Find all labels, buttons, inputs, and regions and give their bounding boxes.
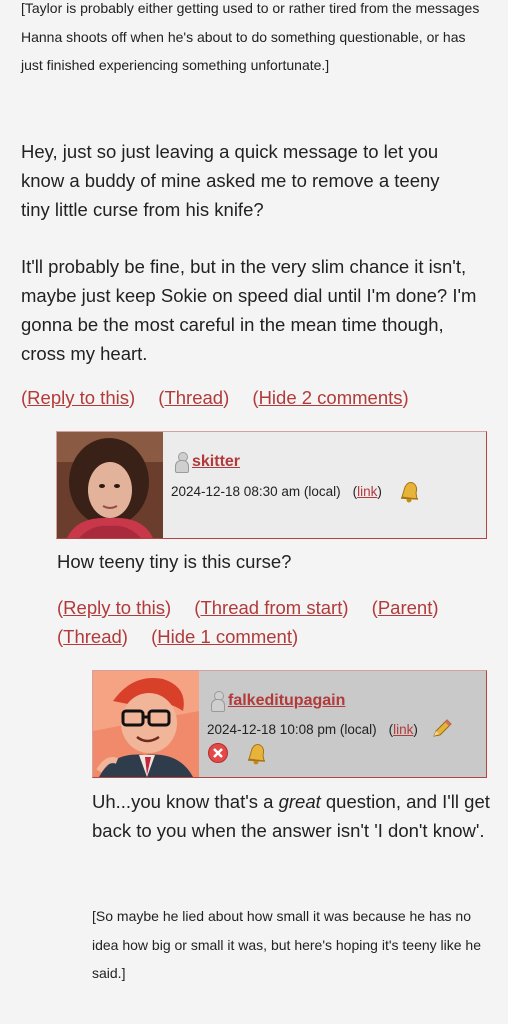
user-icon (175, 452, 189, 473)
comment-2-note: [So maybe he lied about how small it was… (92, 908, 481, 981)
comment-1-thread-from-start-link[interactable]: Thread from start (200, 597, 342, 618)
comment-1-text: How teeny tiny is this curse? (57, 551, 292, 572)
comment-1-thread-link[interactable]: Thread (63, 626, 122, 647)
thread-link[interactable]: Thread (164, 387, 223, 408)
comment-2-header: falkeditupagain 2024-12-18 10:08 pm (loc… (92, 670, 487, 778)
avatar[interactable] (57, 432, 163, 538)
comment-2-text-emphasis: great (278, 791, 321, 812)
entry-links: (Reply to this) (Thread) (Hide 2 comment… (21, 387, 409, 408)
comment-1-reply-link[interactable]: Reply to this (63, 597, 165, 618)
comment-2-username[interactable]: falkeditupagain (228, 692, 345, 710)
comment-1-links: (Reply to this) (Thread from start) (Par… (57, 597, 439, 647)
bell-icon[interactable] (243, 741, 269, 765)
comment-2-permalink[interactable]: link (393, 722, 413, 737)
comment-1-hide-link[interactable]: Hide 1 comment (157, 626, 292, 647)
comment-1-permalink[interactable]: link (357, 484, 377, 499)
comment-2-date: 2024-12-18 10:08 pm (local) (207, 721, 377, 737)
entry-note-text: [Taylor is probably either getting used … (21, 0, 480, 73)
pencil-edit-icon[interactable] (430, 718, 454, 740)
reply-to-this-link[interactable]: Reply to this (27, 387, 129, 408)
delete-icon[interactable] (207, 742, 229, 764)
hide-comments-link[interactable]: Hide 2 comments (259, 387, 403, 408)
comment-1-parent-link[interactable]: Parent (378, 597, 433, 618)
comment-1-date: 2024-12-18 08:30 am (local) (171, 483, 341, 499)
comment-1-header: skitter 2024-12-18 08:30 am (local) (lin… (56, 431, 487, 539)
entry-paragraph-2: It'll probably be fine, but in the very … (21, 256, 477, 364)
comment-2-text: Uh...you know that's a great question, a… (92, 787, 492, 845)
bell-icon[interactable] (396, 479, 422, 503)
comment-2-text-part-1: Uh...you know that's a (92, 791, 279, 812)
comment-1-username[interactable]: skitter (192, 453, 240, 471)
user-icon (211, 691, 225, 712)
entry-paragraph-1: Hey, just so just leaving a quick messag… (21, 141, 440, 220)
avatar[interactable] (93, 671, 199, 777)
entry-note: [Taylor is probably either getting used … (21, 0, 491, 80)
